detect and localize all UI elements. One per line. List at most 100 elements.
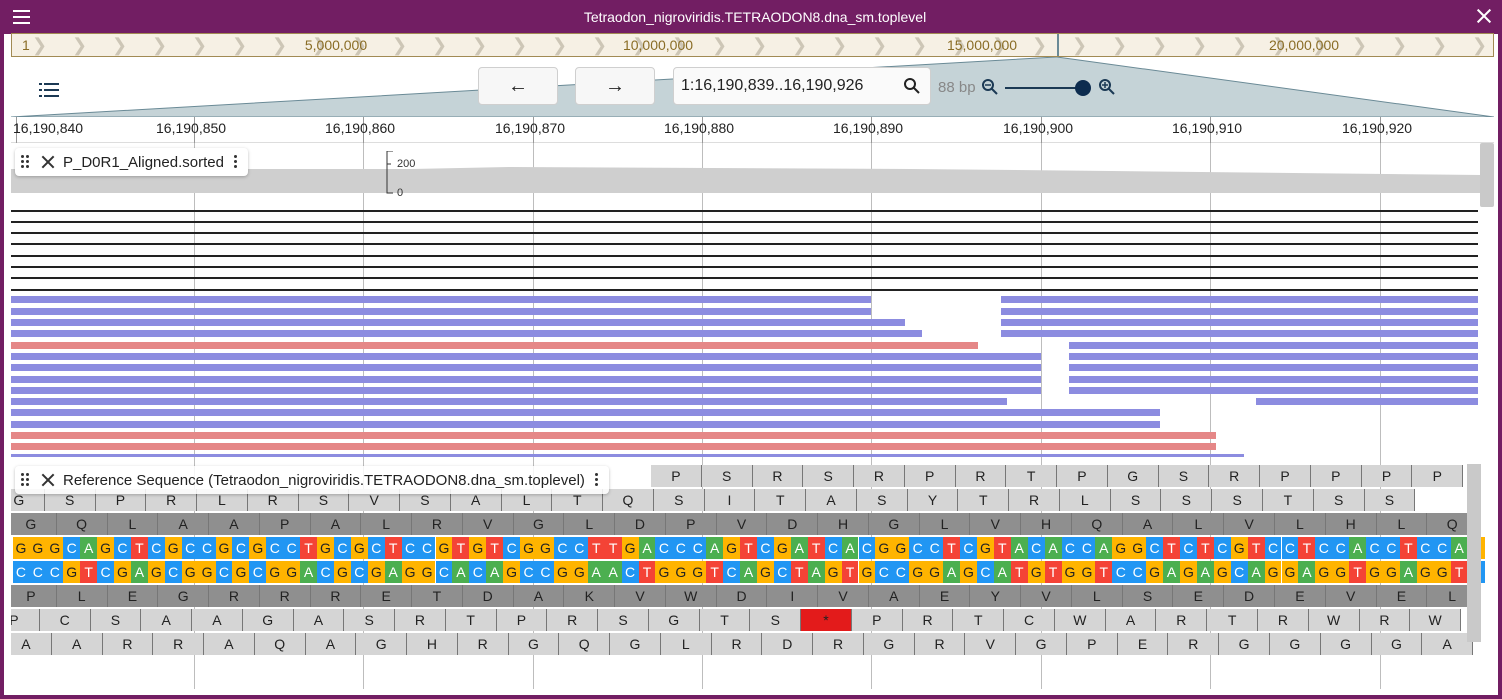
amino-acid: D xyxy=(762,633,814,655)
base-C: C xyxy=(926,537,944,559)
base-G: G xyxy=(181,561,199,583)
location-input[interactable] xyxy=(681,77,891,95)
close-track-icon[interactable] xyxy=(41,473,55,487)
amino-acid: R xyxy=(955,465,1007,487)
coordinate-ruler[interactable]: 16,190,840 16,190,850 16,190,860 16,190,… xyxy=(11,117,1494,143)
amino-acid: A xyxy=(1122,513,1174,535)
amino-acid: T xyxy=(445,609,497,631)
amino-acid: G xyxy=(508,633,560,655)
track-selector-icon[interactable] xyxy=(39,82,59,98)
amino-acid: R xyxy=(854,465,905,487)
zoom-slider-thumb[interactable] xyxy=(1075,80,1091,96)
base-C: C xyxy=(1078,537,1096,559)
base-G: G xyxy=(1061,561,1079,583)
base-C: C xyxy=(164,561,182,583)
chevron-right-icon: ❯ xyxy=(232,35,248,55)
amino-acid: A xyxy=(305,633,357,655)
base-G: G xyxy=(689,561,707,583)
base-C: C xyxy=(909,537,927,559)
track-menu-icon[interactable] xyxy=(594,473,599,487)
amino-acid: V xyxy=(615,585,666,607)
amino-acid: P xyxy=(11,585,57,607)
amino-acid: L xyxy=(1173,513,1225,535)
scroll-left-button[interactable]: ← xyxy=(478,67,558,105)
base-G: G xyxy=(317,537,334,559)
amino-acid: E xyxy=(1117,633,1169,655)
base-G: G xyxy=(1315,561,1333,583)
scroll-right-button[interactable]: → xyxy=(575,67,655,105)
chevron-right-icon: ❯ xyxy=(32,35,48,55)
alignments-scrollbar[interactable] xyxy=(1480,143,1494,207)
amino-acid: Q xyxy=(559,633,611,655)
amino-acid: R xyxy=(209,585,260,607)
chevron-right-icon: ❯ xyxy=(752,35,768,55)
base-G: G xyxy=(198,561,216,583)
genome-browser-window: Tetraodon_nigroviridis.TETRAODON8.dna_sm… xyxy=(0,0,1502,699)
base-C: C xyxy=(350,561,368,583)
amino-acid: P xyxy=(1066,633,1118,655)
location-box[interactable] xyxy=(673,67,931,105)
amino-acid: H xyxy=(818,513,869,535)
drag-handle-icon[interactable] xyxy=(21,473,31,487)
track-menu-icon[interactable] xyxy=(233,155,238,169)
amino-acid: S xyxy=(803,465,855,487)
amino-acid: P xyxy=(851,609,903,631)
base-C: C xyxy=(824,537,842,559)
reference-scrollbar[interactable] xyxy=(1467,464,1481,642)
base-C: C xyxy=(672,537,690,559)
amino-acid: G xyxy=(1219,633,1270,655)
amino-acid: Q xyxy=(603,489,654,511)
amino-acid: D xyxy=(462,585,514,607)
amino-acid: V xyxy=(818,585,869,607)
amino-acid: K xyxy=(564,585,616,607)
base-G: G xyxy=(401,561,419,583)
base-A: A xyxy=(452,561,470,583)
amino-acid: S xyxy=(598,609,649,631)
chevron-right-icon: ❯ xyxy=(1072,35,1088,55)
tracks-area[interactable]: 200 0 P_D0R1_Aligned.sorted P S R S R P … xyxy=(11,143,1494,689)
chevron-right-icon: ❯ xyxy=(1192,35,1208,55)
amino-acid: A xyxy=(51,633,103,655)
amino-acid: R xyxy=(153,633,205,655)
base-G: G xyxy=(621,537,639,559)
base-G: G xyxy=(1264,561,1282,583)
base-A: A xyxy=(1010,537,1028,559)
chevron-right-icon: ❯ xyxy=(912,35,928,55)
stop-codon: * xyxy=(801,609,852,631)
amino-acid: I xyxy=(767,585,819,607)
ruler-label: 16,190,860 xyxy=(325,120,396,136)
ruler-label: 16,190,890 xyxy=(833,120,904,136)
base-T: T xyxy=(790,561,808,583)
amino-acid: A xyxy=(806,489,857,511)
forward-strand: GGGCAGCTCGCCGCGCCTGCGCTCCGTGTCGGCCTTGACC… xyxy=(11,536,1485,560)
base-A: A xyxy=(1163,561,1180,583)
base-T: T xyxy=(1247,537,1265,559)
zoom-out-icon[interactable] xyxy=(982,79,998,95)
zoom-slider-track[interactable] xyxy=(1005,87,1085,89)
reverse-strand: CCCGTCGAGCGGCGCGGACGCGAGGCACAGCCGGAACTGG… xyxy=(11,560,1485,584)
base-C: C xyxy=(1027,537,1045,559)
close-track-icon[interactable] xyxy=(41,155,55,169)
chromosome-overview[interactable]: ❯ ❯ ❯ ❯ ❯ ❯ ❯ ❯ ❯ ❯ ❯ ❯ ❯ ❯ ❯ ❯ ❯ ❯ ❯ ❯ ❯ ❯ ❯ ❯ ❯ ❯ ❯ ❯ ❯ ❯ ❯ ❯ ❯ ❯ ❯ ❯ ❯ 1 … xyxy=(11,33,1494,57)
base-G: G xyxy=(29,537,47,559)
base-G: G xyxy=(350,537,368,559)
amino-acid: G xyxy=(610,633,661,655)
base-G: G xyxy=(12,537,30,559)
base-G: G xyxy=(63,561,81,583)
base-T: T xyxy=(604,537,622,559)
base-A: A xyxy=(943,561,960,583)
base-T: T xyxy=(807,537,825,559)
chevron-right-icon: ❯ xyxy=(1432,35,1448,55)
chevron-right-icon: ❯ xyxy=(552,35,568,55)
base-G: G xyxy=(892,537,910,559)
amino-acid: G xyxy=(11,513,57,535)
chevron-right-icon: ❯ xyxy=(1152,35,1168,55)
amino-acid: W xyxy=(1410,609,1462,631)
amino-acid: W xyxy=(665,585,717,607)
zoom-in-icon[interactable] xyxy=(1099,79,1115,95)
close-icon[interactable] xyxy=(1476,8,1492,24)
drag-handle-icon[interactable] xyxy=(21,155,31,169)
amino-acid: T xyxy=(412,585,463,607)
base-G: G xyxy=(1366,561,1383,583)
search-icon[interactable] xyxy=(904,78,920,94)
